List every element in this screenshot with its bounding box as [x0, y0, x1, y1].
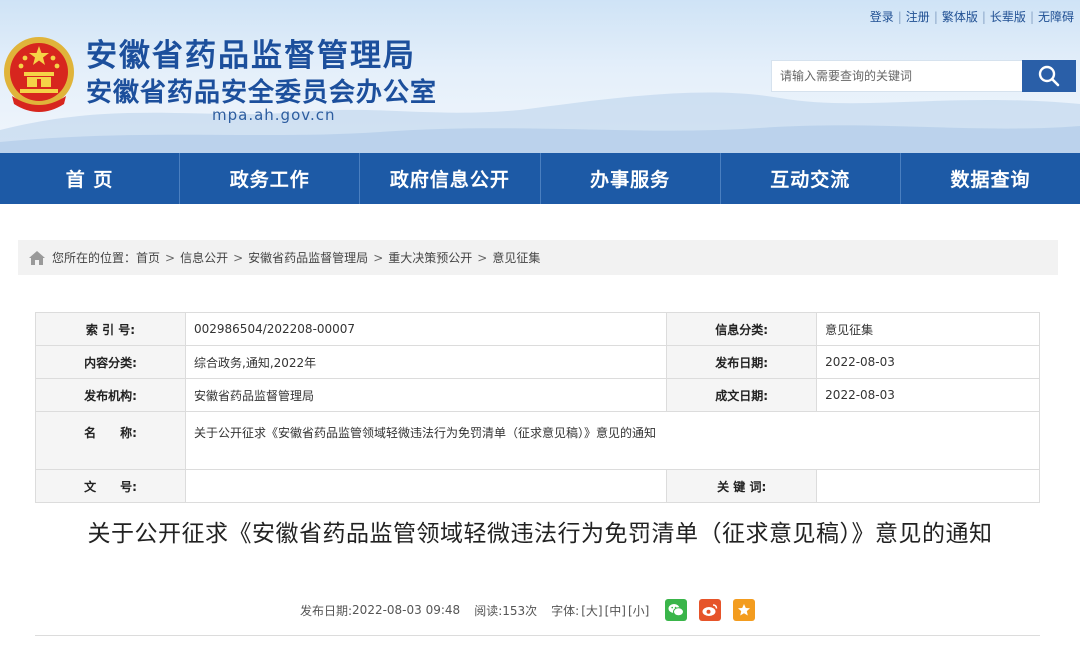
font-small-button[interactable]: [小]	[628, 602, 649, 619]
doc-number-value	[184, 469, 668, 503]
breadcrumb-separator: >	[165, 250, 176, 265]
name-label: 名 称:	[35, 411, 186, 470]
breadcrumb-item-agency[interactable]: 安徽省药品监督管理局	[248, 249, 368, 266]
search-button[interactable]	[1022, 60, 1076, 92]
publish-datetime: 2022-08-03 09:48	[352, 603, 461, 617]
star-icon	[738, 604, 751, 616]
weibo-icon	[702, 604, 718, 616]
content-type-label: 内容分类:	[35, 345, 186, 379]
org-label: 发布机构:	[35, 378, 186, 412]
separator: |	[981, 10, 986, 24]
font-medium-button[interactable]: [中]	[605, 602, 626, 619]
reads-label: 阅读:	[474, 603, 503, 618]
name-value: 关于公开征求《安徽省药品监管领域轻微违法行为免罚清单（征求意见稿）》意见的通知	[185, 411, 1040, 470]
wechat-icon	[668, 604, 685, 617]
breadcrumb-item-home[interactable]: 首页	[136, 249, 160, 266]
nav-item-interaction[interactable]: 互动交流	[719, 153, 900, 204]
accessibility-link[interactable]: 无障碍	[1038, 10, 1074, 24]
article-title: 关于公开征求《安徽省药品监管领域轻微违法行为免罚清单（征求意见稿）》意见的通知	[87, 521, 993, 547]
table-row: 文 号: 关 键 词:	[35, 469, 1040, 503]
reads-count: 153次	[502, 603, 538, 618]
home-icon	[29, 250, 45, 265]
nav-item-government-affairs[interactable]: 政务工作	[179, 153, 359, 204]
breadcrumb-separator: >	[233, 250, 244, 265]
table-row: 内容分类: 综合政务,通知,2022年 发布日期: 2022-08-03	[35, 345, 1040, 379]
breadcrumb-item-opinions[interactable]: 意见征集	[492, 249, 540, 266]
nav-item-info-disclosure[interactable]: 政府信息公开	[359, 153, 539, 204]
login-link[interactable]: 登录	[870, 10, 894, 24]
share-weibo-button[interactable]	[699, 599, 722, 621]
written-date-label: 成文日期:	[666, 378, 818, 412]
index-label: 索 引 号:	[35, 312, 186, 346]
keywords-value	[816, 469, 1040, 503]
search-box	[771, 60, 1076, 92]
site-subtitle: 安徽省药品安全委员会办公室	[86, 78, 438, 108]
written-date-value: 2022-08-03	[816, 378, 1040, 412]
publish-date-label: 发布日期:	[300, 603, 353, 618]
nav-item-home[interactable]: 首 页	[0, 153, 179, 204]
index-value: 002986504/202208-00007	[184, 312, 668, 346]
keywords-label: 关 键 词:	[666, 469, 818, 503]
category-value: 意见征集	[816, 312, 1040, 346]
breadcrumb-separator: >	[477, 250, 488, 265]
breadcrumb: 您所在的位置： 首页 > 信息公开 > 安徽省药品监督管理局 > 重大决策预公开…	[18, 240, 1058, 275]
national-emblem-icon	[4, 37, 74, 112]
content-type-value: 综合政务,通知,2022年	[184, 345, 668, 379]
site-header: 安徽省药品监督管理局 安徽省药品安全委员会办公室 mpa.ah.gov.cn 登…	[0, 0, 1080, 153]
font-large-button[interactable]: [大]	[581, 602, 602, 619]
nav-item-services[interactable]: 办事服务	[539, 153, 720, 204]
main-nav: 首 页 政务工作 政府信息公开 办事服务 互动交流 数据查询	[0, 153, 1080, 204]
elderly-version-link[interactable]: 长辈版	[990, 10, 1026, 24]
register-link[interactable]: 注册	[906, 10, 930, 24]
publish-date-label: 发布日期:	[666, 345, 818, 379]
doc-number-label: 文 号:	[35, 469, 186, 503]
traditional-chinese-link[interactable]: 繁体版	[942, 10, 978, 24]
favorite-button[interactable]	[733, 599, 756, 621]
search-input[interactable]	[772, 61, 1024, 91]
table-row: 索 引 号: 002986504/202208-00007 信息分类: 意见征集	[35, 312, 1040, 346]
article-info-bar: 发布日期: 2022-08-03 09:48 阅读: 153次 字体: [大] …	[300, 598, 756, 622]
breadcrumb-prefix: 您所在的位置：	[52, 251, 137, 265]
separator: |	[1029, 10, 1034, 24]
breadcrumb-item-major-decisions[interactable]: 重大决策预公开	[388, 249, 472, 266]
top-links: 登录 | 注册 | 繁体版 | 长辈版 | 无障碍	[870, 8, 1074, 25]
breadcrumb-separator: >	[373, 250, 384, 265]
divider	[35, 635, 1040, 636]
breadcrumb-item-info[interactable]: 信息公开	[180, 249, 228, 266]
publish-date-value: 2022-08-03	[816, 345, 1040, 379]
share-wechat-button[interactable]	[665, 599, 688, 621]
site-title: 安徽省药品监督管理局	[86, 38, 416, 74]
separator: |	[897, 10, 902, 24]
category-label: 信息分类:	[666, 312, 818, 346]
nav-item-data-query[interactable]: 数据查询	[899, 153, 1080, 204]
site-domain: mpa.ah.gov.cn	[212, 106, 336, 124]
table-row: 名 称: 关于公开征求《安徽省药品监管领域轻微违法行为免罚清单（征求意见稿）》意…	[35, 411, 1040, 470]
table-row: 发布机构: 安徽省药品监督管理局 成文日期: 2022-08-03	[35, 378, 1040, 412]
font-size-label: 字体:	[551, 603, 580, 618]
separator: |	[933, 10, 938, 24]
document-meta-table: 索 引 号: 002986504/202208-00007 信息分类: 意见征集…	[35, 312, 1040, 503]
org-value: 安徽省药品监督管理局	[184, 378, 668, 412]
search-icon	[1038, 65, 1060, 87]
